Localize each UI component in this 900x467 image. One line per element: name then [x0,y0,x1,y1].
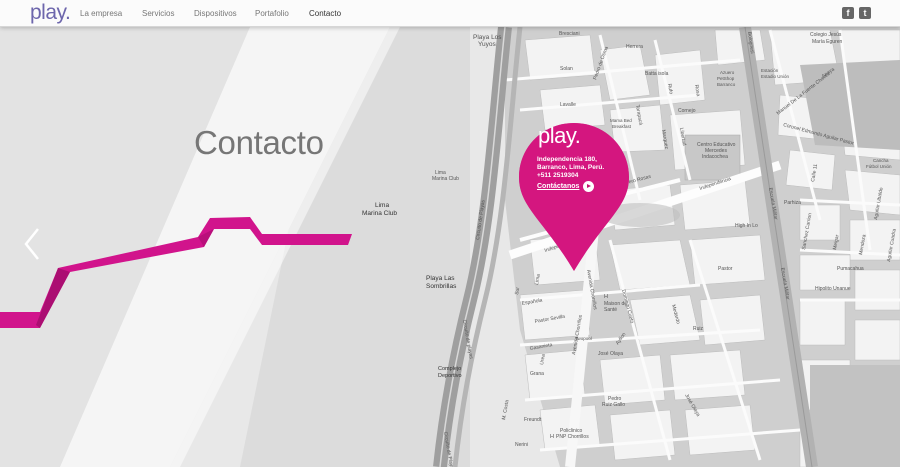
label-estacion-1: Estación [761,68,779,73]
label-maison-h: H [604,294,608,300]
label-azuero-1: Azuero [720,70,735,75]
nav-portafolio[interactable]: Portafolio [255,9,289,19]
play-logo[interactable]: play. [30,1,71,25]
label-ruiz: Ruiz [693,326,704,332]
play-icon[interactable] [583,181,594,192]
label-complejo-1: Complejo [438,366,461,372]
pin-address-line-2: Barranco, Lima, Perú. [537,164,605,171]
label-colegio-2: María Eguren [812,39,843,45]
label-parhiza: Parhiza [784,200,801,206]
label-centro-3: Indacochea [702,154,728,160]
nav-la-empresa[interactable]: La empresa [80,9,122,19]
label-grana: Grana [530,371,544,377]
label-azuero-3: Barranco [717,82,736,87]
label-lavalle: Lavalle [560,102,576,108]
street-map[interactable]: Playa Los Yuyos Bresciani Solan Lavalle … [0,27,900,467]
label-playa-los-yuyos-1: Playa Los [473,34,502,41]
label-complejo-2: Deportivo [438,373,462,379]
label-jose-olaya-a: José Olaya [598,351,623,357]
label-lima-marina-big-2: Marina Club [362,210,397,217]
label-azuero-2: PetShop [717,76,735,81]
pin-logo: play. [538,123,581,148]
label-policlinico-2: PNP Chorrillos [556,434,589,440]
nav-servicios[interactable]: Servicios [142,9,174,19]
nav-contacto[interactable]: Contacto [309,9,341,19]
label-herrera: Herrera [626,44,643,50]
label-playa-sombrillas-1: Playa Las [426,275,455,282]
label-lima-marina-big-1: Lima [375,202,389,209]
label-hipolito: Hipolito Unanue [815,286,851,292]
label-pumacahua: Pumacahua [837,266,864,272]
label-cornejo: Cornejo [678,108,696,114]
label-bresciani: Bresciani [559,31,580,37]
label-estacion-2: Estadio Unión [761,74,790,79]
page-title: Contacto [194,124,324,161]
label-freundt: Freundt [524,417,542,423]
label-pastor: Pastor [718,266,733,272]
twitter-icon[interactable]: t [859,7,871,19]
nav-dispositivos[interactable]: Dispositivos [194,9,237,19]
label-solan: Solan [560,66,573,72]
previous-arrow-icon[interactable] [22,227,42,261]
label-colegio-1: Colegio Jesús [810,32,842,38]
facebook-icon[interactable]: f [842,7,854,19]
pin-phone: +511 2519304 [537,172,579,179]
label-playa-sombrillas-2: Sombrillas [426,283,457,290]
label-cancha-2: Fútbol Unión [866,164,892,169]
label-high-in-lo: High In Lo [735,223,758,229]
label-twopool: Twopool [575,336,592,341]
label-lima-marina-2: Marina Club [432,176,459,182]
label-playa-los-yuyos-2: Yuyos [478,41,496,48]
map-stage: Playa Los Yuyos Bresciani Solan Lavalle … [0,27,900,467]
label-nerini: Nerini [515,442,528,448]
label-pedro-ruiz-2: Ruiz Gallo [602,402,625,408]
label-cancha-1: Cancha [873,158,889,163]
pin-address-line-1: Independencia 180, [537,156,597,163]
label-policlinico-h: H [550,434,554,440]
label-maison-2: Santé [604,307,617,313]
contact-us-link[interactable]: Contáctanos [537,182,579,192]
label-batta-isola: Batta isola [645,71,669,77]
top-navbar: play. La empresa Servicios Dispositivos … [0,0,900,27]
